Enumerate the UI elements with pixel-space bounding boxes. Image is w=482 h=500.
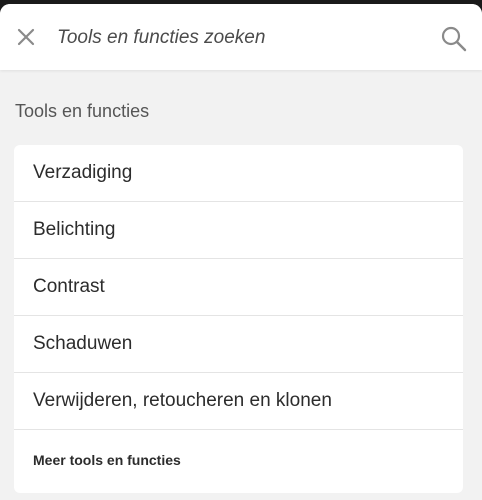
section-title: Tools en functies: [15, 101, 150, 121]
search-input[interactable]: [57, 23, 417, 53]
list-item-contrast[interactable]: Contrast: [14, 259, 463, 316]
list-item-schaduwen[interactable]: Schaduwen: [14, 316, 463, 373]
tools-list: Verzadiging Belichting Contrast Schaduwe…: [14, 145, 463, 493]
search-bar: [0, 4, 482, 70]
list-item-label: Belichting: [33, 219, 116, 240]
list-item-belichting[interactable]: Belichting: [14, 202, 463, 259]
tools-search-panel: Tools en functies Verzadiging Belichting…: [0, 4, 482, 500]
more-tools-link[interactable]: Meer tools en functies: [14, 430, 463, 490]
list-item-label: Verwijderen, retoucheren en klonen: [33, 390, 332, 411]
search-icon[interactable]: [440, 25, 468, 53]
list-item-label: Contrast: [33, 276, 105, 297]
list-item-label: Schaduwen: [33, 333, 133, 354]
list-item-verwijderen[interactable]: Verwijderen, retoucheren en klonen: [14, 373, 463, 430]
list-item-verzadiging[interactable]: Verzadiging: [14, 145, 463, 202]
close-icon[interactable]: [15, 26, 37, 48]
list-item-label: Verzadiging: [33, 162, 133, 183]
more-tools-label: Meer tools en functies: [33, 452, 181, 468]
